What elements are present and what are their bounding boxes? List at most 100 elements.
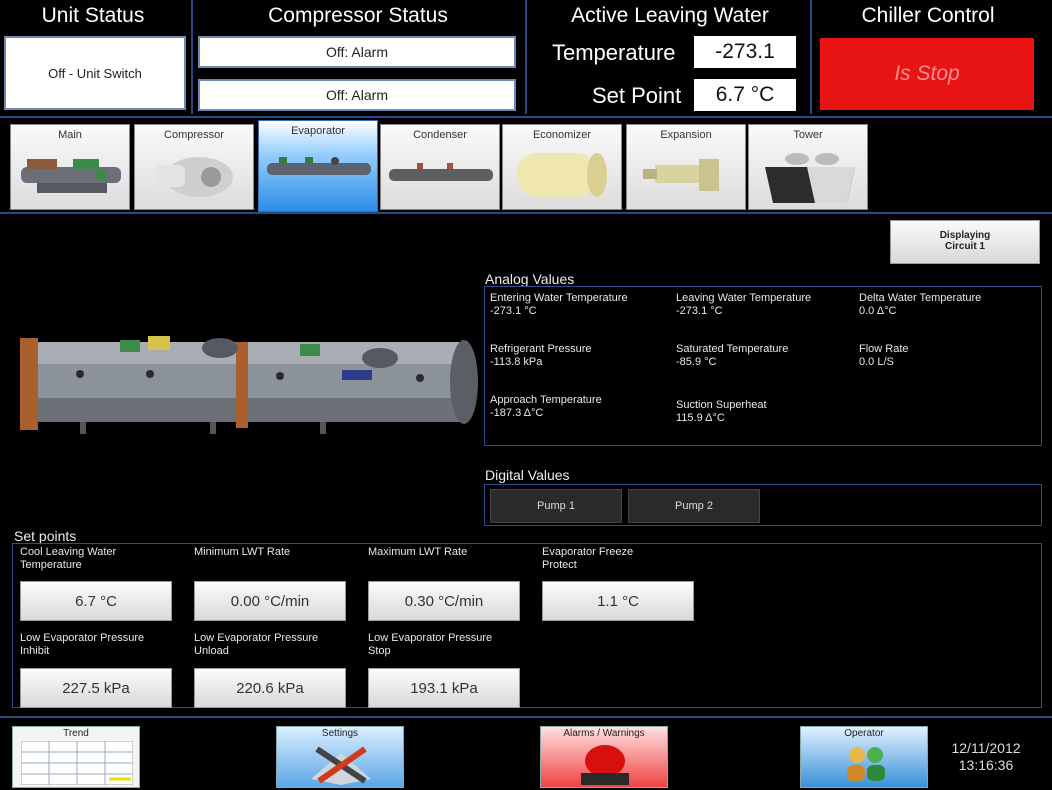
header-divider — [191, 0, 193, 114]
alarms-warnings-button[interactable]: Alarms / Warnings — [540, 726, 668, 788]
component-tab-bar: Main Compressor Evaporator Condenser Eco… — [0, 116, 1052, 214]
evaporator-illustration — [20, 336, 478, 434]
tab-expansion[interactable]: Expansion — [626, 124, 746, 210]
tab-evaporator[interactable]: Evaporator — [258, 120, 378, 212]
setpoints-title: Set points — [14, 528, 77, 544]
setpoint-label-line2: Protect — [542, 559, 577, 571]
analog-value: 115.9 Δ°C — [676, 412, 725, 424]
setpoint-label-line2: Stop — [368, 645, 391, 657]
analog-item: Refrigerant Pressure -113.8 kPa — [490, 343, 592, 369]
setpoint-label-line2: Minimum LWT Rate — [194, 546, 291, 558]
analog-value: 0.0 L/S — [859, 356, 894, 368]
analog-value: -85.9 °C — [676, 356, 717, 368]
settings-label: Settings — [321, 728, 359, 739]
analog-label: Leaving Water Temperature — [676, 292, 812, 304]
footer-bar: Trend Settings Alarms / Warnings Operato… — [0, 716, 1052, 790]
tab-label: Condenser — [413, 129, 467, 141]
trend-button[interactable]: Trend — [12, 726, 140, 788]
analog-item: Leaving Water Temperature -273.1 °C — [676, 292, 811, 318]
setpoint-label: Cool Leaving Water Temperature — [20, 546, 116, 572]
header-divider — [525, 0, 527, 114]
setpoint-label-line1: Low Evaporator Pressure — [20, 632, 145, 644]
datetime-display: 12/11/2012 13:16:36 — [930, 740, 1042, 774]
setpoint-label-line2: Inhibit — [20, 645, 50, 657]
tab-label: Main — [58, 129, 82, 141]
operator-button[interactable]: Operator — [800, 726, 928, 788]
analog-label: Refrigerant Pressure — [490, 343, 592, 355]
analog-values-title: Analog Values — [485, 271, 575, 287]
setpoint-label-line2: Temperature — [20, 559, 82, 571]
settings-button[interactable]: Settings — [276, 726, 404, 788]
temperature-label: Temperature — [552, 40, 676, 65]
circuit-line2: Circuit 1 — [944, 241, 985, 252]
alarm-beacon-icon — [581, 745, 629, 785]
analog-value: -273.1 °C — [490, 305, 537, 317]
setpoint-label: Maximum LWT Rate — [368, 546, 467, 559]
tab-label: Expansion — [660, 129, 712, 141]
compressor-status-1: Off: Alarm — [198, 36, 516, 68]
unit-status-title: Unit Status — [41, 4, 145, 27]
analog-label: Flow Rate — [859, 343, 909, 355]
tab-condenser[interactable]: Condenser — [380, 124, 500, 210]
setpoint-label-line2: Unload — [194, 645, 229, 657]
setpoint-label: Evaporator Freeze Protect — [542, 546, 633, 572]
min-lwt-rate-button[interactable]: 0.00 °C/min — [194, 581, 346, 621]
pump-1-indicator[interactable]: Pump 1 — [490, 489, 622, 523]
analog-item: Suction Superheat 115.9 Δ°C — [676, 399, 767, 425]
setpoint-label-line1: Cool Leaving Water — [20, 546, 117, 558]
evaporator-icon — [267, 157, 371, 175]
analog-label: Delta Water Temperature — [859, 292, 982, 304]
lep-unload-button[interactable]: 220.6 kPa — [194, 668, 346, 708]
operator-label: Operator — [844, 728, 884, 739]
tab-tower[interactable]: Tower — [748, 124, 868, 210]
setpoint-label-line1: Low Evaporator Pressure — [368, 632, 493, 644]
tab-label: Evaporator — [291, 125, 345, 137]
tab-label: Economizer — [532, 129, 592, 141]
setpoint-label: Minimum LWT Rate — [194, 546, 290, 559]
pump-2-indicator[interactable]: Pump 2 — [628, 489, 760, 523]
date-text: 12/11/2012 — [951, 740, 1021, 756]
trend-label: Trend — [63, 728, 89, 739]
tab-main[interactable]: Main — [10, 124, 130, 210]
setpoint-label: Low Evaporator Pressure Stop — [368, 632, 492, 658]
compressor-icon — [155, 157, 233, 197]
analog-value: -113.8 kPa — [490, 356, 543, 368]
tab-economizer[interactable]: Economizer — [502, 124, 622, 210]
analog-item: Approach Temperature -187.3 Δ°C — [490, 394, 602, 420]
lep-stop-button[interactable]: 193.1 kPa — [368, 668, 520, 708]
analog-label: Suction Superheat — [676, 399, 767, 411]
unit-status-value: Off - Unit Switch — [4, 36, 186, 110]
setpoint-label: Low Evaporator Pressure Unload — [194, 632, 318, 658]
max-lwt-rate-button[interactable]: 0.30 °C/min — [368, 581, 520, 621]
lep-inhibit-button[interactable]: 227.5 kPa — [20, 668, 172, 708]
analog-value: -273.1 °C — [676, 305, 723, 317]
analog-label: Approach Temperature — [490, 394, 602, 406]
setpoint-value[interactable]: 6.7 °C — [694, 79, 796, 111]
tools-icon — [311, 746, 371, 785]
setpoint-label: Low Evaporator Pressure Inhibit — [20, 632, 144, 658]
chiller-stop-button[interactable]: Is Stop — [820, 38, 1034, 110]
alarms-label: Alarms / Warnings — [563, 728, 645, 739]
compressor-status-2: Off: Alarm — [198, 79, 516, 111]
tab-label: Compressor — [164, 129, 224, 141]
chiller-unit-icon — [21, 159, 121, 193]
setpoint-label-line1: Low Evaporator Pressure — [194, 632, 319, 644]
analog-label: Saturated Temperature — [676, 343, 789, 355]
analog-value: 0.0 Δ°C — [859, 305, 897, 317]
tab-compressor[interactable]: Compressor — [134, 124, 254, 210]
digital-values-title: Digital Values — [485, 467, 570, 483]
freeze-protect-button[interactable]: 1.1 °C — [542, 581, 694, 621]
analog-item: Delta Water Temperature 0.0 Δ°C — [859, 292, 981, 318]
tab-label: Tower — [793, 129, 823, 141]
analog-item: Flow Rate 0.0 L/S — [859, 343, 909, 369]
users-icon — [847, 747, 885, 781]
setpoint-label-line2: Maximum LWT Rate — [368, 546, 468, 558]
condenser-icon — [389, 163, 493, 181]
circuit-select-button[interactable]: Displaying Circuit 1 — [890, 220, 1040, 264]
setpoint-label: Set Point — [592, 83, 682, 108]
analog-item: Saturated Temperature -85.9 °C — [676, 343, 788, 369]
time-text: 13:16:36 — [958, 757, 1014, 773]
analog-item: Entering Water Temperature -273.1 °C — [490, 292, 628, 318]
expansion-valve-icon — [643, 159, 719, 191]
cool-lwt-setpoint-button[interactable]: 6.7 °C — [20, 581, 172, 621]
